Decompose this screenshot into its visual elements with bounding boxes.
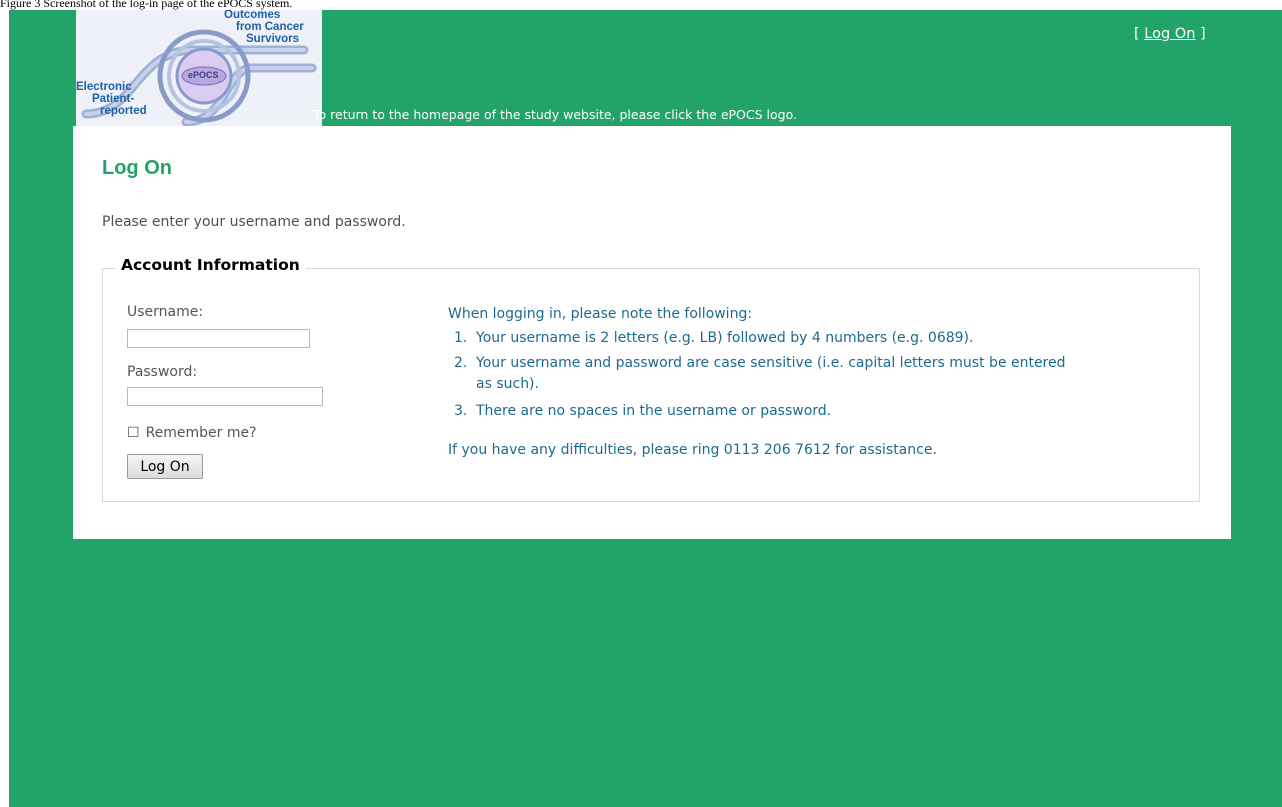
remember-me-label: Remember me?	[145, 425, 257, 441]
note-item: 3. There are no spaces in the username or…	[454, 400, 831, 422]
note-item: 1. Your username is 2 letters (e.g. LB) f…	[454, 327, 973, 349]
note-number: 3.	[454, 403, 468, 419]
note-number: 1.	[454, 330, 468, 346]
log-on-button[interactable]: Log On	[127, 454, 203, 479]
bracket-open: [	[1134, 26, 1140, 42]
header-login: [ Log On ]	[1134, 26, 1206, 42]
bracket-close: ]	[1200, 26, 1206, 42]
logo-text-line: Patient-	[92, 93, 135, 105]
notes-heading: When logging in, please note the followi…	[448, 306, 753, 322]
logo-text-line: Outcomes	[224, 10, 281, 21]
fieldset-legend: Account Information	[115, 256, 306, 274]
logo-text-line: Survivors	[246, 33, 300, 45]
logo-text-line: from Cancer	[236, 21, 304, 33]
username-input[interactable]	[127, 329, 310, 348]
checkbox-icon[interactable]: ☐	[127, 425, 140, 441]
logo-text-line: reported	[100, 105, 147, 117]
username-label: Username:	[127, 304, 204, 320]
epocs-logo[interactable]: Outcomes from Cancer Survivors ePOCS Ele…	[76, 10, 322, 126]
page-title: Log On	[102, 157, 172, 179]
notes-footer: If you have any difficulties, please rin…	[448, 442, 937, 458]
header-login-link[interactable]: Log On	[1144, 26, 1195, 42]
note-text: Your username and password are case sens…	[476, 355, 1066, 371]
note-item: 2. Your username and password are case se…	[454, 352, 1066, 374]
password-label: Password:	[127, 364, 198, 380]
note-text-continuation: as such).	[476, 376, 539, 392]
password-input[interactable]	[127, 387, 323, 406]
note-number: 2.	[454, 355, 468, 371]
logo-text-line: Electronic	[76, 81, 132, 93]
remember-me-checkbox[interactable]: ☐ Remember me?	[127, 425, 257, 441]
logo-badge-text: ePOCS	[188, 70, 219, 80]
note-text: Your username is 2 letters (e.g. LB) fol…	[476, 330, 974, 346]
intro-text: Please enter your username and password.	[102, 214, 406, 230]
note-text: There are no spaces in the username or p…	[476, 403, 832, 419]
page-background: Outcomes from Cancer Survivors ePOCS Ele…	[9, 10, 1282, 807]
content-panel: Log On Please enter your username and pa…	[73, 126, 1231, 539]
figure-caption: Figure 3 Screenshot of the log-in page o…	[0, 0, 293, 10]
account-information-fieldset: Account Information Username: Password: …	[102, 256, 1200, 502]
header-tagline: To return to the homepage of the study w…	[313, 107, 797, 122]
